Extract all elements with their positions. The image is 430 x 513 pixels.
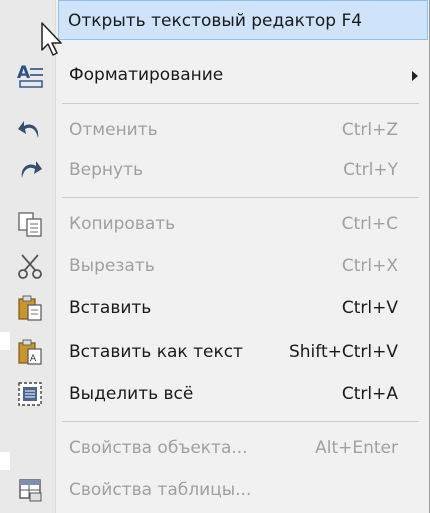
table-properties-icon <box>19 479 42 502</box>
menu-item-shortcut: Alt+Enter <box>315 438 398 458</box>
menu-item-label: Свойства объекта... <box>69 438 248 458</box>
submenu-arrow-icon <box>412 71 418 81</box>
menu-item-label: Вырезать <box>69 256 155 276</box>
copy-icon <box>18 212 42 237</box>
menu-item-label: Копировать <box>69 214 176 234</box>
menu-item-shortcut: Ctrl+X <box>341 256 398 276</box>
svg-text:A: A <box>30 354 37 364</box>
mouse-pointer-icon <box>41 22 62 56</box>
redo-icon <box>21 161 42 178</box>
menu-item-shortcut: Ctrl+C <box>341 214 398 234</box>
menu-separator <box>62 421 419 422</box>
menu-item-select-all[interactable]: Выделить всё Ctrl+A <box>0 374 428 414</box>
menu-item-shortcut: Ctrl+A <box>341 384 398 404</box>
svg-text:A: A <box>17 63 31 83</box>
menu-item-open-text-editor[interactable]: Открыть текстовый редактор F4 <box>58 0 428 40</box>
menu-separator <box>62 103 419 104</box>
menu-item-paste[interactable]: Вставить Ctrl+V <box>0 288 428 328</box>
menu-item-label: Вставить как текст <box>69 342 243 362</box>
menu-item-label: Вернуть <box>69 160 144 180</box>
menu-item-label: Открыть текстовый редактор F4 <box>68 11 363 31</box>
menu-item-redo[interactable]: Вернуть Ctrl+Y <box>0 150 428 190</box>
menu-item-label: Выделить всё <box>69 384 194 404</box>
menu-item-label: Вставить <box>69 298 152 318</box>
context-menu: Открыть текстовый редактор F4 A Форматир… <box>0 0 430 513</box>
paste-text-icon: A <box>18 339 42 365</box>
paste-icon <box>18 295 42 321</box>
menu-item-label: Отменить <box>69 120 158 140</box>
menu-item-shortcut: Ctrl+V <box>341 298 398 318</box>
menu-item-paste-as-text[interactable]: A Вставить как текст Shift+Ctrl+V <box>0 332 428 372</box>
text-format-icon: A <box>17 63 43 88</box>
menu-item-shortcut: Shift+Ctrl+V <box>288 342 398 362</box>
undo-icon <box>18 121 39 138</box>
menu-item-label: Форматирование <box>69 65 224 85</box>
select-all-icon <box>18 382 42 406</box>
scissors-icon <box>18 254 42 279</box>
menu-item-cut[interactable]: Вырезать Ctrl+X <box>0 246 428 286</box>
menu-item-copy[interactable]: Копировать Ctrl+C <box>0 204 428 244</box>
menu-item-object-properties[interactable]: Свойства объекта... Alt+Enter <box>0 428 428 468</box>
menu-item-shortcut: Ctrl+Z <box>341 120 398 140</box>
menu-separator <box>62 197 419 198</box>
menu-item-label: Свойства таблицы... <box>69 480 252 500</box>
menu-item-formatting[interactable]: A Форматирование <box>0 55 428 95</box>
menu-item-undo[interactable]: Отменить Ctrl+Z <box>0 110 428 150</box>
menu-item-table-properties[interactable]: Свойства таблицы... <box>0 470 428 510</box>
menu-item-shortcut: Ctrl+Y <box>343 160 398 180</box>
